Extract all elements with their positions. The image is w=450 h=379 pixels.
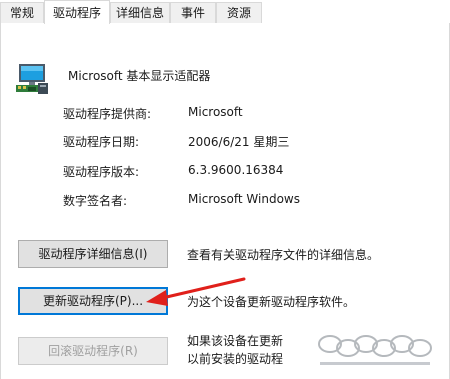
provider-value: Microsoft xyxy=(188,105,243,119)
tab-resources[interactable]: 资源 xyxy=(216,2,262,23)
date-label: 驱动程序日期: xyxy=(63,135,140,149)
date-value: 2006/6/21 星期三 xyxy=(188,135,290,149)
rollback-desc-line-2: 以前安装的驱动程 xyxy=(187,352,284,366)
rollback-driver-description: 如果该设备在更新 以前安装的驱动程 xyxy=(187,332,283,368)
rollback-driver-button[interactable]: 回滚驱动程序(R) xyxy=(18,337,168,365)
tab-general[interactable]: 常规 xyxy=(0,2,44,23)
update-driver-button[interactable]: 更新驱动程序(P)... xyxy=(18,287,168,315)
provider-label: 驱动程序提供商: xyxy=(63,107,152,121)
tab-strip: 常规 驱动程序 详细信息 事件 资源 xyxy=(0,0,450,24)
tab-driver[interactable]: 驱动程序 xyxy=(44,0,110,24)
signer-value: Microsoft Windows xyxy=(188,192,300,206)
watermark-logo xyxy=(318,335,432,365)
update-driver-description: 为这个设备更新驱动程序软件。 xyxy=(187,295,356,309)
driver-details-button[interactable]: 驱动程序详细信息(I) xyxy=(18,240,168,268)
display-adapter-icon xyxy=(16,64,48,94)
version-label: 驱动程序版本: xyxy=(63,165,140,179)
tab-details[interactable]: 详细信息 xyxy=(110,2,170,23)
driver-details-description: 查看有关驱动程序文件的详细信息。 xyxy=(187,248,380,262)
rollback-desc-line-1: 如果该设备在更新 xyxy=(187,334,284,348)
device-name: Microsoft 基本显示适配器 xyxy=(68,69,211,83)
signer-label: 数字签名者: xyxy=(63,194,128,208)
tab-events[interactable]: 事件 xyxy=(170,2,216,23)
version-value: 6.3.9600.16384 xyxy=(188,163,284,177)
